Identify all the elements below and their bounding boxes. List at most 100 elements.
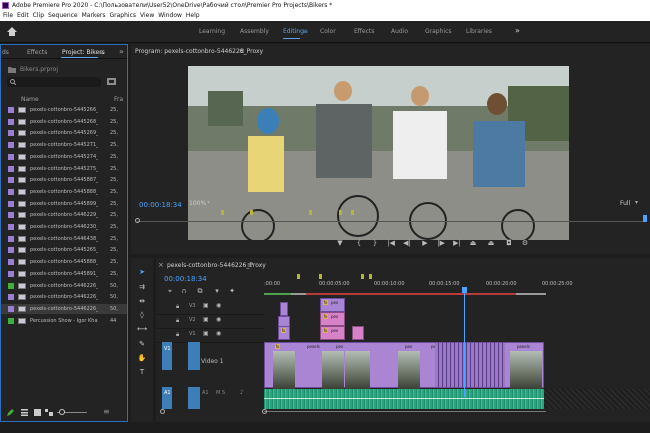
freeform-view-icon[interactable] bbox=[45, 409, 53, 416]
eye-icon[interactable]: ◉ bbox=[216, 302, 221, 309]
menu-sequence[interactable]: Sequence bbox=[48, 12, 78, 19]
program-timecode[interactable]: 00:00:18:34 bbox=[139, 201, 182, 209]
scrubber-start-handle[interactable] bbox=[135, 218, 140, 223]
label-color-swatch[interactable] bbox=[8, 282, 14, 289]
tab-effects[interactable]: Effects bbox=[27, 49, 47, 56]
out-point-icon[interactable]: } bbox=[371, 239, 379, 247]
settings-icon[interactable]: ⚙ bbox=[521, 239, 529, 247]
monitor-scrubber[interactable] bbox=[137, 221, 645, 222]
project-list-item[interactable]: pexels-cottonbro-5445269_... 25, bbox=[1, 128, 127, 138]
project-list-item[interactable]: pexels-cottonbro-5445887_... 25, bbox=[1, 175, 127, 185]
label-color-swatch[interactable] bbox=[8, 294, 14, 301]
track-target-a1[interactable] bbox=[188, 387, 200, 409]
timeline-scrollbar[interactable] bbox=[264, 411, 546, 412]
project-list-item[interactable]: pexels-cottonbro-5445266_... 25, bbox=[1, 105, 127, 115]
workspace-learning[interactable]: Learning bbox=[199, 28, 225, 35]
workspace-assembly[interactable]: Assembly bbox=[240, 28, 269, 35]
sync-lock-icon[interactable]: ▣ bbox=[203, 330, 209, 337]
clip-v1-top[interactable]: fx bbox=[278, 326, 290, 340]
project-list-item[interactable]: pexels-cottonbro-5445271_... 25, bbox=[1, 140, 127, 150]
project-list-item[interactable]: pexels-cottonbro-5445275_... 25, bbox=[1, 164, 127, 174]
razor-tool-icon[interactable]: ◊ bbox=[137, 311, 147, 319]
column-header-fps[interactable]: Fra bbox=[114, 96, 123, 103]
scrollbar-start-handle[interactable] bbox=[262, 409, 267, 414]
workspace-color[interactable]: Color bbox=[320, 28, 336, 35]
marker-icon[interactable] bbox=[361, 274, 364, 279]
marker-icon[interactable] bbox=[319, 274, 322, 279]
play-icon[interactable]: ▶ bbox=[421, 239, 429, 247]
sync-lock-icon[interactable]: ▣ bbox=[203, 302, 209, 309]
microphone-icon[interactable]: ♪ bbox=[240, 389, 244, 396]
zoom-select[interactable]: 100% bbox=[189, 200, 206, 207]
marker-icon[interactable] bbox=[351, 210, 354, 215]
lock-icon[interactable]: 🔒︎ bbox=[176, 331, 179, 339]
menu-file[interactable]: File bbox=[3, 12, 13, 19]
eye-icon[interactable]: ◉ bbox=[216, 330, 221, 337]
marker-icon[interactable] bbox=[339, 210, 342, 215]
lift-icon[interactable]: ⏏ bbox=[469, 239, 477, 247]
clip-v3[interactable]: fx pex bbox=[320, 298, 345, 312]
track-select-tool-icon[interactable]: ⇉ bbox=[137, 283, 147, 291]
project-list-item[interactable]: Percussion Show - Igor Khai... 44 bbox=[1, 316, 127, 326]
menu-view[interactable]: View bbox=[140, 12, 154, 19]
playhead-marker[interactable] bbox=[643, 215, 647, 222]
label-color-swatch[interactable] bbox=[8, 270, 14, 277]
clip-v2[interactable] bbox=[352, 326, 364, 340]
project-list-item[interactable]: pexels-cottonbro-5446438_... 25, bbox=[1, 234, 127, 244]
pen-tool-icon[interactable]: ✎ bbox=[137, 340, 147, 348]
close-icon[interactable]: × bbox=[158, 261, 164, 269]
label-color-swatch[interactable] bbox=[8, 224, 14, 230]
zoom-slider-handle[interactable] bbox=[59, 409, 65, 415]
clip-v3[interactable] bbox=[280, 302, 288, 316]
project-list-item[interactable]: pexels-cottonbro-5445274_... 25, bbox=[1, 152, 127, 162]
add-marker-icon[interactable]: ▾ bbox=[213, 287, 221, 295]
lock-icon[interactable]: 🔒︎ bbox=[176, 317, 179, 325]
hand-tool-icon[interactable]: ✋ bbox=[137, 354, 147, 362]
clip-v1-top[interactable]: fx pex bbox=[320, 326, 345, 340]
label-color-swatch[interactable] bbox=[8, 153, 14, 160]
in-point-icon[interactable]: { bbox=[355, 239, 363, 247]
audio-clip-a1[interactable] bbox=[264, 389, 544, 409]
label-color-swatch[interactable] bbox=[8, 305, 14, 312]
mute-solo-buttons[interactable]: M S bbox=[216, 390, 225, 396]
workspace-libraries[interactable]: Libraries bbox=[466, 28, 492, 35]
workspace-overflow-icon[interactable]: » bbox=[515, 26, 520, 35]
panel-overflow-icon[interactable]: » bbox=[119, 47, 124, 56]
marker-icon[interactable] bbox=[369, 274, 372, 279]
project-panel-menu-icon[interactable]: ≡ bbox=[99, 49, 104, 56]
linked-selection-icon[interactable]: ⧉ bbox=[196, 287, 204, 295]
menu-graphics[interactable]: Graphics bbox=[110, 12, 137, 19]
nest-toggle-icon[interactable]: ⌖ bbox=[166, 287, 174, 295]
label-color-swatch[interactable] bbox=[8, 188, 14, 195]
track-target-v1[interactable] bbox=[188, 342, 200, 370]
chevron-down-icon[interactable]: ▾ bbox=[635, 199, 638, 206]
chevron-down-icon[interactable]: ▾ bbox=[207, 199, 210, 206]
project-list-item[interactable]: pexels-cottonbro-5445891_... 25, bbox=[1, 269, 127, 279]
workspace-graphics[interactable]: Graphics bbox=[425, 28, 452, 35]
type-tool-icon[interactable]: T bbox=[137, 368, 147, 376]
workspace-editing[interactable]: Editing bbox=[283, 28, 304, 35]
sequence-menu-icon[interactable]: ≡ bbox=[247, 261, 253, 269]
marker-icon[interactable] bbox=[309, 210, 312, 215]
timeline-timecode[interactable]: 00:00:18:34 bbox=[164, 275, 207, 283]
project-list-item[interactable]: pexels-cottonbro-5446226_... 50, bbox=[1, 303, 127, 314]
project-list-item[interactable]: pexels-cottonbro-5446229_... 25, bbox=[1, 210, 127, 220]
label-color-swatch[interactable] bbox=[8, 177, 14, 184]
project-list-item[interactable]: pexels-cottonbro-5446230_... 25, bbox=[1, 222, 127, 232]
marker-icon[interactable]: ▼ bbox=[336, 239, 344, 247]
label-color-swatch[interactable] bbox=[8, 200, 14, 207]
project-list-item[interactable]: pexels-cottonbro-5445899_... 25, bbox=[1, 199, 127, 209]
project-search-input[interactable] bbox=[7, 77, 101, 87]
pencil-icon[interactable] bbox=[7, 409, 14, 416]
resolution-select[interactable]: Full bbox=[620, 200, 630, 207]
label-color-swatch[interactable] bbox=[8, 165, 14, 172]
step-forward-icon[interactable]: |▶ bbox=[437, 239, 445, 247]
extract-icon[interactable]: ⏏ bbox=[487, 239, 495, 247]
audio-volume-line[interactable] bbox=[264, 398, 544, 399]
menu-markers[interactable]: Markers bbox=[82, 12, 106, 19]
workspace-audio[interactable]: Audio bbox=[391, 28, 408, 35]
label-color-swatch[interactable] bbox=[8, 247, 14, 254]
icon-view-icon[interactable] bbox=[34, 409, 41, 416]
new-bin-icon[interactable] bbox=[107, 78, 116, 85]
clip-v2[interactable]: fx pex bbox=[320, 312, 345, 326]
